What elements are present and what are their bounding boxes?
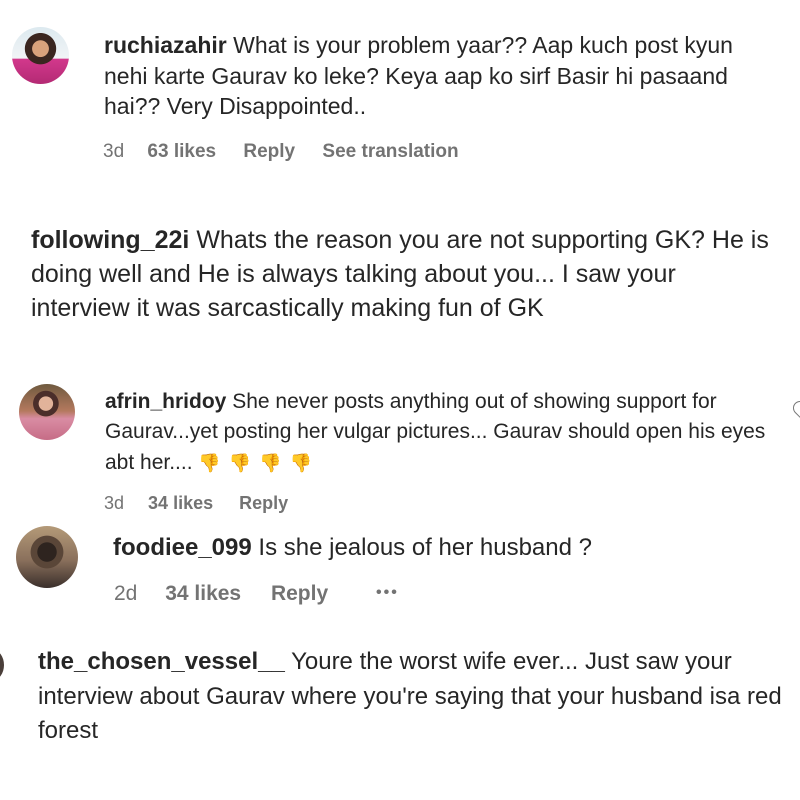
timestamp: 3d bbox=[103, 141, 125, 162]
username[interactable]: foodiee_099 bbox=[113, 534, 252, 561]
username[interactable]: following_22i bbox=[31, 226, 189, 254]
thumbs-down-emoji: 👎👎👎👎 bbox=[198, 452, 321, 473]
likes-count[interactable]: 34 likes bbox=[148, 493, 213, 514]
timestamp: 3d bbox=[104, 493, 125, 513]
avatar[interactable] bbox=[0, 650, 4, 680]
comment-text: Is she jealous of her husband ? bbox=[258, 534, 592, 561]
likes-count[interactable]: 63 likes bbox=[147, 141, 216, 163]
comment-body: the_chosen_vessel__ Youre the worst wife… bbox=[38, 645, 798, 749]
likes-count[interactable]: 34 likes bbox=[165, 582, 241, 606]
reply-button[interactable]: Reply bbox=[239, 493, 288, 514]
username[interactable]: afrin_hridoy bbox=[105, 390, 226, 413]
comment-body: afrin_hridoy She never posts anything ou… bbox=[105, 387, 775, 478]
more-options-icon[interactable]: ••• bbox=[376, 584, 399, 602]
username[interactable]: ruchiazahir bbox=[104, 32, 227, 58]
timestamp: 2d bbox=[114, 582, 138, 605]
comment-body: foodiee_099 Is she jealous of her husban… bbox=[113, 532, 763, 564]
comment-meta: 2d 34 likes Reply ••• bbox=[114, 582, 399, 606]
comment-body: ruchiazahir What is your problem yaar?? … bbox=[104, 30, 774, 122]
username[interactable]: the_chosen_vessel__ bbox=[38, 648, 285, 675]
avatar[interactable] bbox=[19, 384, 75, 440]
avatar[interactable] bbox=[12, 27, 69, 84]
heart-icon[interactable] bbox=[790, 398, 800, 418]
reply-button[interactable]: Reply bbox=[243, 141, 295, 163]
avatar[interactable] bbox=[16, 526, 78, 588]
comment-meta: 3d 63 likes Reply See translation bbox=[103, 141, 459, 163]
reply-button[interactable]: Reply bbox=[271, 582, 328, 606]
comment-body: following_22i Whats the reason you are n… bbox=[31, 223, 776, 325]
comment-meta: 3d 34 likes Reply bbox=[104, 493, 288, 514]
see-translation-button[interactable]: See translation bbox=[322, 141, 458, 163]
